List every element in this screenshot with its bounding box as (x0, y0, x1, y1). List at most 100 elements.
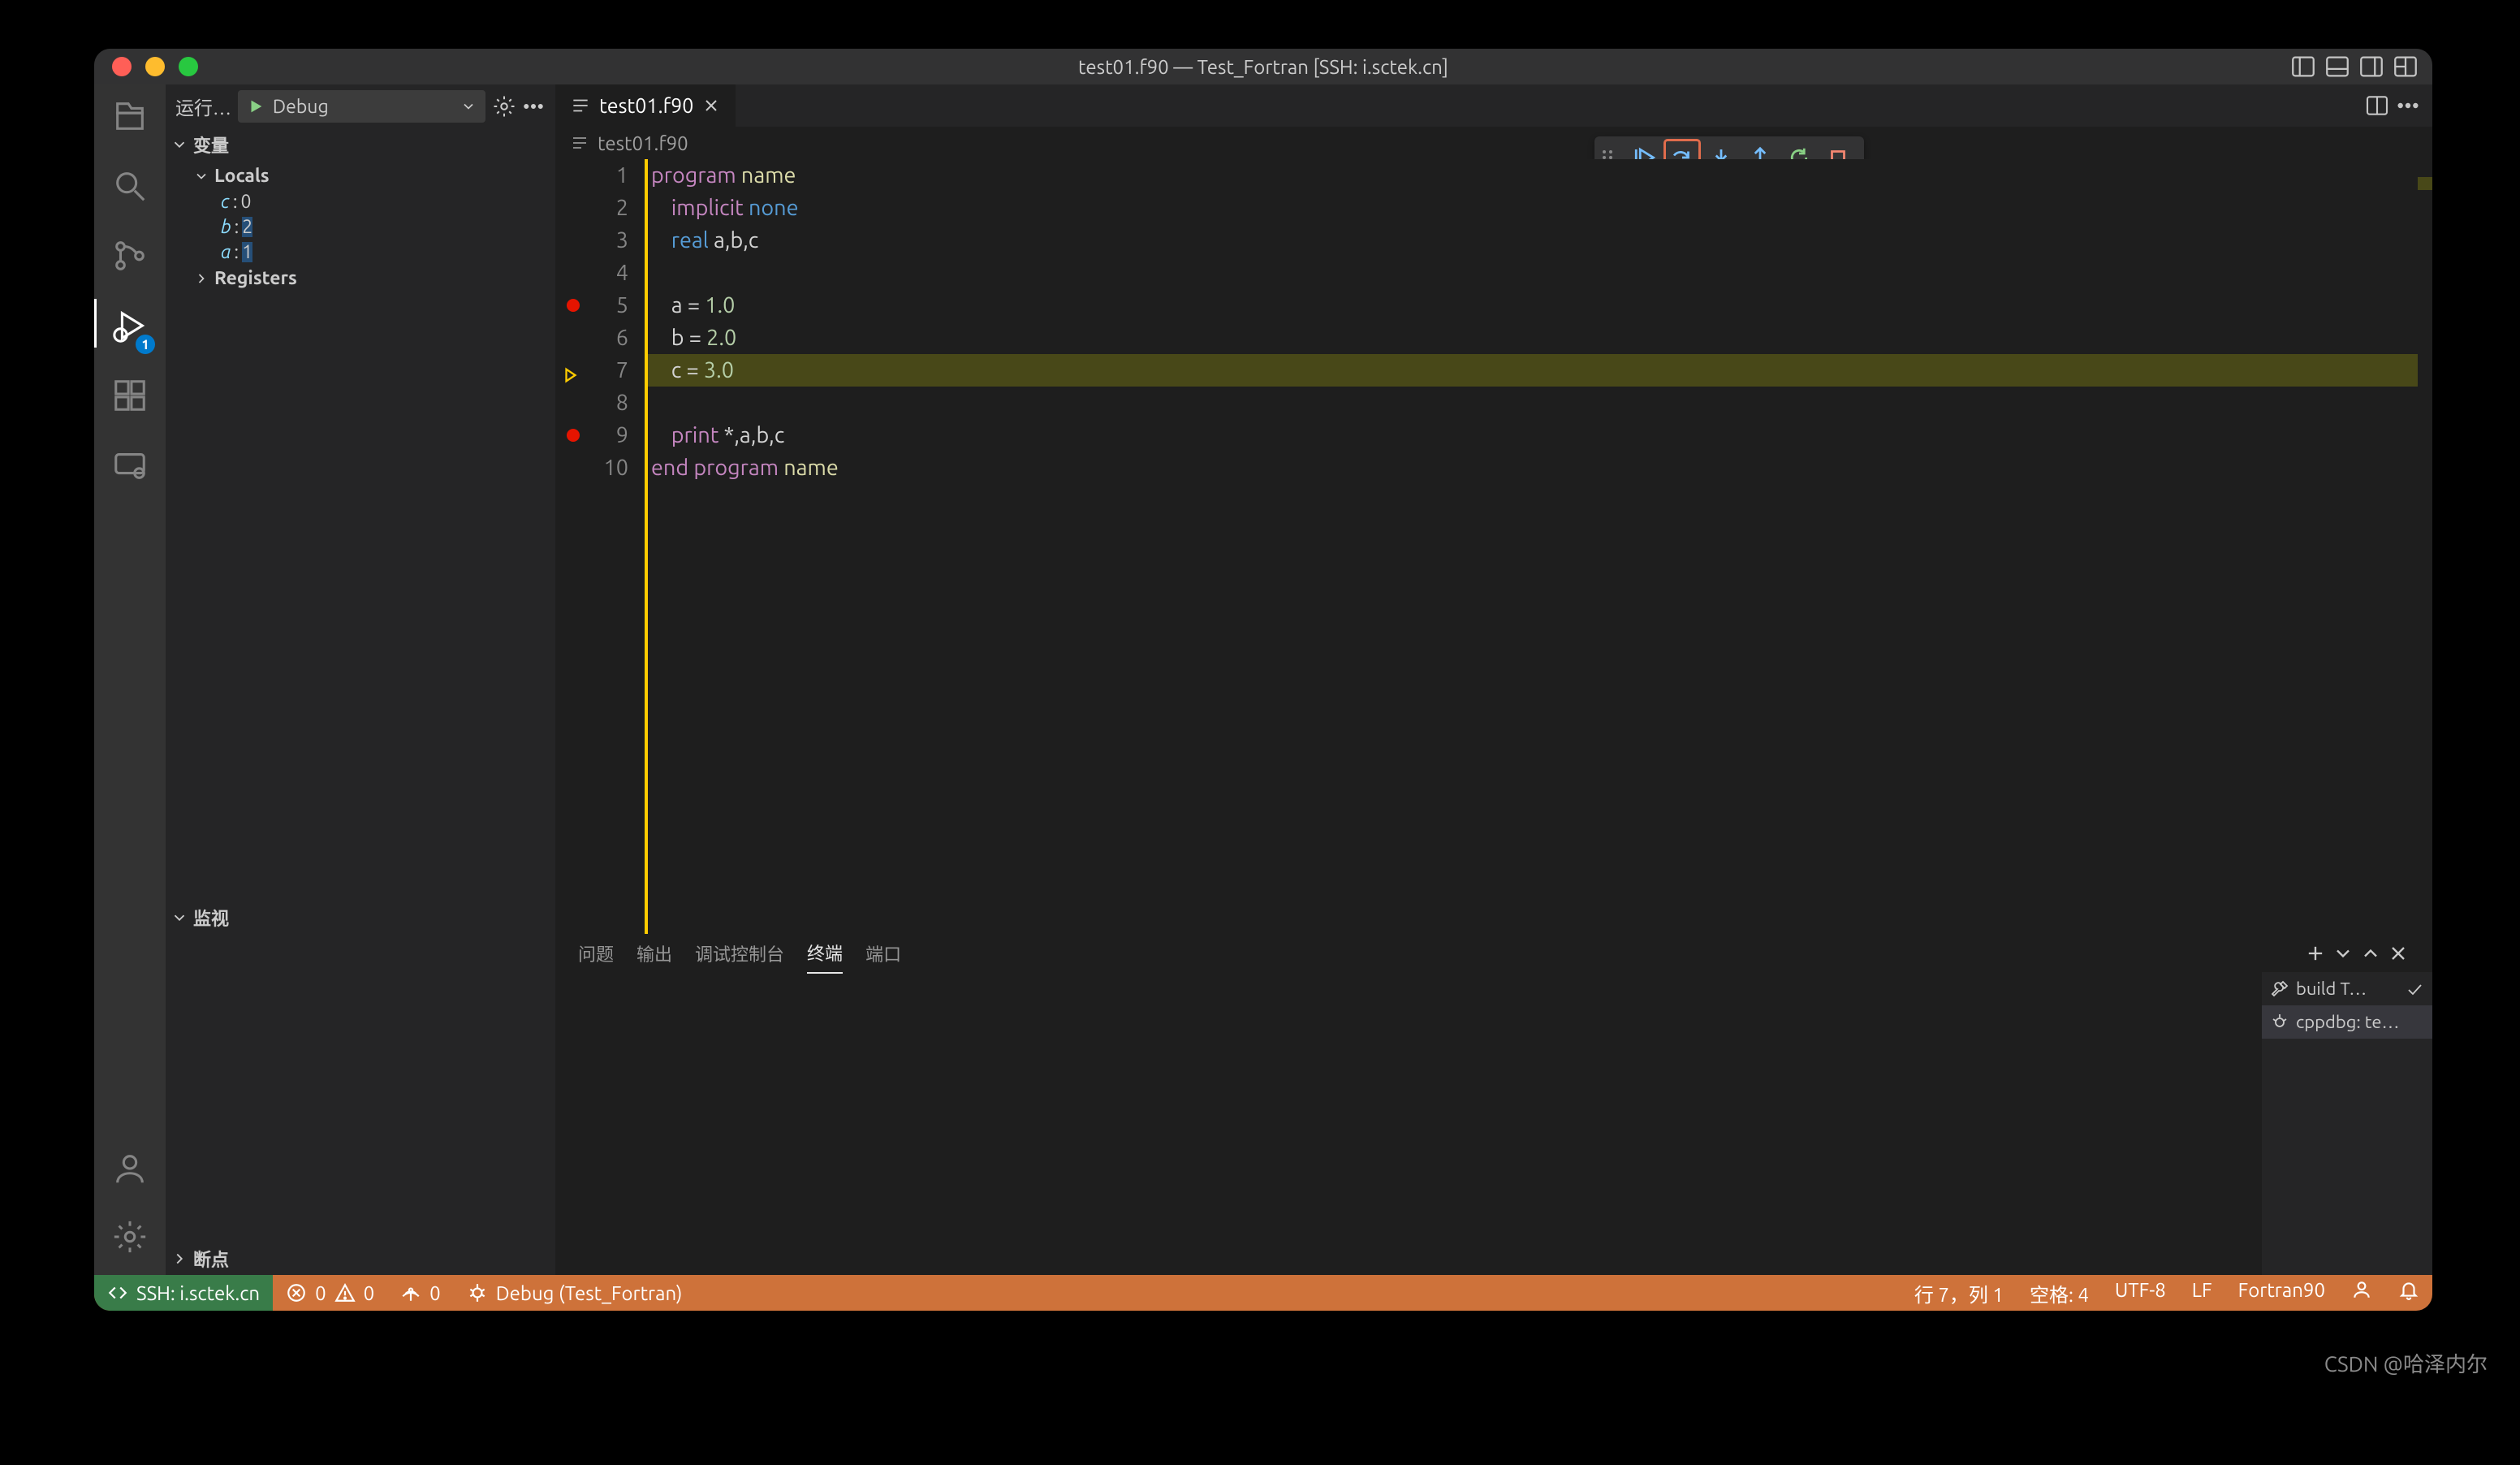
encoding-status[interactable]: UTF-8 (2102, 1279, 2179, 1301)
tab-problems[interactable]: 问题 (578, 934, 614, 973)
remote-label: SSH: i.sctek.cn (136, 1282, 260, 1304)
editor-group: test01.f90 test01.f90 (555, 84, 2432, 1275)
customize-layout-icon[interactable] (2392, 53, 2419, 80)
more-icon[interactable] (2395, 93, 2421, 119)
indentation-status[interactable]: 空格: 4 (2017, 1279, 2102, 1307)
gutter[interactable]: 12345678910 (555, 159, 645, 934)
antenna-icon (400, 1282, 421, 1303)
window-title: test01.f90 — Test_Fortran [SSH: i.sctek.… (94, 56, 2432, 78)
scm-tab[interactable] (111, 237, 149, 278)
remote-explorer-tab[interactable] (111, 447, 149, 487)
toggle-secondary-sidebar-icon[interactable] (2358, 53, 2385, 80)
play-icon (247, 97, 265, 115)
breakpoints-title: 断点 (193, 1246, 229, 1272)
breakpoints-section[interactable]: 断点 (166, 1242, 555, 1275)
search-tab[interactable] (111, 167, 149, 208)
watermark: CSDN @哈泽内尔 (2324, 1348, 2488, 1378)
file-icon (570, 95, 591, 116)
run-header: 运行… Debug (166, 84, 555, 128)
code-area[interactable]: program name implicit none real a,b,c a … (645, 159, 2418, 934)
new-terminal-icon[interactable] (2304, 942, 2327, 965)
variables-title: 变量 (193, 132, 229, 158)
toggle-panel-icon[interactable] (2324, 53, 2351, 80)
tab-terminal[interactable]: 终端 (807, 933, 843, 974)
feedback-icon (2351, 1279, 2372, 1300)
extensions-tab[interactable] (111, 377, 149, 417)
watch-section[interactable]: 监视 (166, 901, 555, 934)
debug-tab[interactable]: 1 (111, 307, 149, 348)
explorer-tab[interactable] (111, 97, 149, 138)
panel: 问题 输出 调试控制台 终端 端口 b (555, 934, 2432, 1275)
close-panel-icon[interactable] (2387, 942, 2410, 965)
tab-debug-console[interactable]: 调试控制台 (695, 934, 784, 973)
feedback-status[interactable] (2338, 1279, 2385, 1300)
toggle-primary-sidebar-icon[interactable] (2289, 53, 2317, 80)
file-icon (570, 133, 589, 153)
split-editor-icon[interactable] (2364, 93, 2390, 119)
bell-icon (2398, 1279, 2419, 1300)
editor[interactable]: 12345678910 program name implicit none r… (555, 159, 2432, 934)
remote-icon (107, 1282, 128, 1303)
more-icon[interactable] (521, 94, 546, 119)
variable-item[interactable]: c: 0 (188, 189, 555, 214)
registers-scope[interactable]: Registers (188, 265, 555, 292)
problems-status[interactable]: 0 0 (273, 1275, 387, 1311)
chevron-right-icon (193, 270, 209, 287)
warning-icon (334, 1282, 356, 1303)
close-icon[interactable] (701, 96, 721, 115)
debug-status[interactable]: Debug (Test_Fortran) (454, 1275, 696, 1311)
variables-tree: Locals c: 0b: 2a: 1 Registers (166, 161, 555, 298)
editor-tabs: test01.f90 (555, 84, 2432, 127)
registers-label: Registers (214, 268, 297, 288)
activity-bar: 1 (94, 84, 166, 1275)
variables-section[interactable]: 变量 (166, 128, 555, 161)
terminal-item[interactable]: cppdbg: te… (2262, 1005, 2432, 1039)
debug-config-select[interactable]: Debug (238, 90, 485, 123)
gear-icon[interactable] (492, 94, 516, 119)
watch-body (166, 934, 555, 1242)
tab-filename: test01.f90 (599, 94, 693, 117)
window-controls (112, 57, 198, 76)
breadcrumb-file: test01.f90 (598, 132, 688, 154)
locals-scope[interactable]: Locals (188, 162, 555, 189)
terminal-list: build T…cppdbg: te… (2262, 972, 2432, 1275)
accounts-tab[interactable] (111, 1150, 149, 1191)
watch-title: 监视 (193, 905, 229, 931)
settings-tab[interactable] (111, 1218, 149, 1259)
tab-ports[interactable]: 端口 (865, 934, 901, 973)
chevron-down-icon (193, 168, 209, 184)
close-window[interactable] (112, 57, 132, 76)
minimize-window[interactable] (145, 57, 165, 76)
config-name: Debug (273, 97, 329, 117)
editor-tab[interactable]: test01.f90 (555, 84, 736, 127)
debug-badge: 1 (136, 335, 155, 354)
remote-indicator[interactable]: SSH: i.sctek.cn (94, 1275, 273, 1311)
maximize-window[interactable] (179, 57, 198, 76)
maximize-panel-icon[interactable] (2359, 942, 2382, 965)
ports-status[interactable]: 0 (387, 1275, 454, 1311)
chevron-right-icon (170, 1250, 188, 1268)
debug-icon (467, 1282, 488, 1303)
variable-item[interactable]: a: 1 (188, 240, 555, 265)
title-bar: test01.f90 — Test_Fortran [SSH: i.sctek.… (94, 49, 2432, 84)
run-label: 运行… (175, 93, 231, 120)
locals-label: Locals (214, 166, 270, 186)
eol-status[interactable]: LF (2179, 1279, 2225, 1301)
layout-controls (2286, 53, 2423, 80)
breadcrumbs[interactable]: test01.f90 (555, 127, 2432, 159)
minimap[interactable] (2418, 159, 2432, 934)
tab-output[interactable]: 输出 (636, 934, 672, 973)
variable-item[interactable]: b: 2 (188, 214, 555, 240)
panel-tabs: 问题 输出 调试控制台 终端 端口 (555, 935, 2432, 972)
error-icon (286, 1282, 307, 1303)
debug-sidebar: 运行… Debug 变量 (166, 84, 555, 1275)
chevron-down-icon (460, 98, 477, 115)
language-status[interactable]: Fortran90 (2225, 1279, 2338, 1301)
terminal-item[interactable]: build T… (2262, 972, 2432, 1005)
cursor-position[interactable]: 行 7，列 1 (1901, 1279, 2017, 1307)
status-bar: SSH: i.sctek.cn 0 0 0 Debug (Test_Fortra… (94, 1275, 2432, 1311)
notifications-status[interactable] (2385, 1279, 2432, 1300)
dropdown-icon[interactable] (2332, 942, 2354, 965)
vscode-window: test01.f90 — Test_Fortran [SSH: i.sctek.… (94, 49, 2432, 1311)
terminal-output[interactable] (555, 972, 2262, 1275)
